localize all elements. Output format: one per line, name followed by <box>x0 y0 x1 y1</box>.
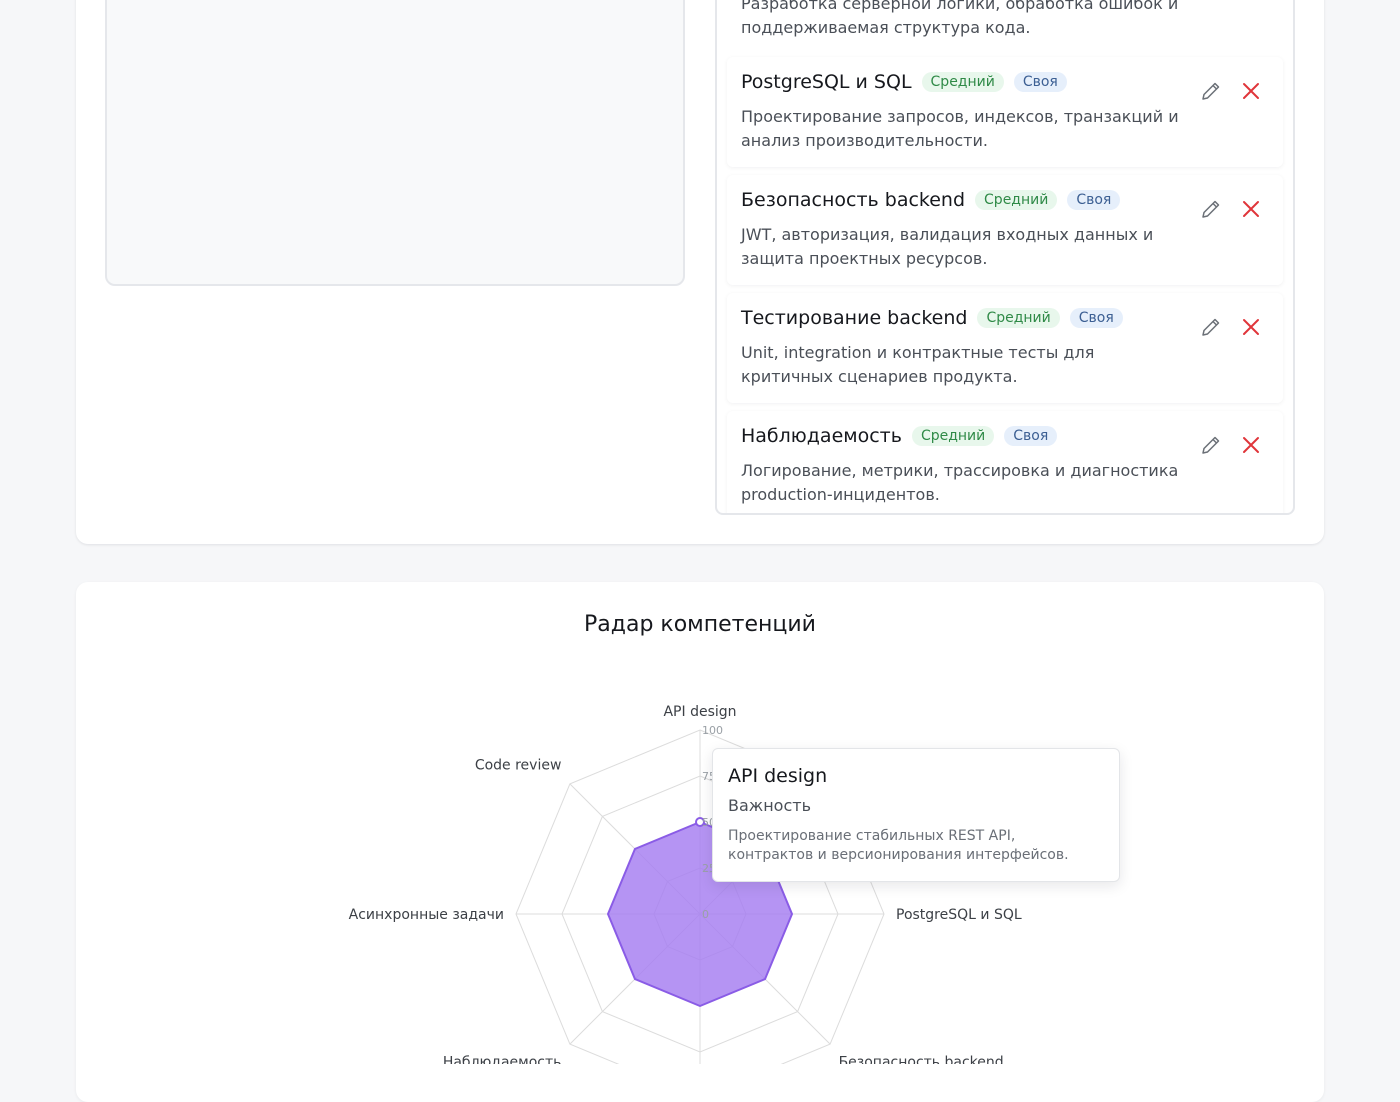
radar-axis-label: Наблюдаемость <box>443 1055 562 1064</box>
tooltip-description: Проектирование стабильных REST API, конт… <box>728 828 1069 863</box>
radar-tick-label: 0 <box>702 908 709 921</box>
radar-axis-label: API design <box>663 704 736 720</box>
radar-axis-label: Асинхронные задачи <box>349 907 504 923</box>
radar-axis-label: Code review <box>475 757 562 773</box>
chart-tooltip: API design Важность Проектирование стаби… <box>712 748 1120 882</box>
radar-axis-label: Безопасность backend <box>839 1055 1004 1064</box>
radar-chart: 0255075100API designPostgreSQL и SQLБезо… <box>349 704 1022 1064</box>
radar-axis-label: PostgreSQL и SQL <box>896 907 1022 923</box>
radar-tick-label: 100 <box>702 724 723 737</box>
tooltip-series: Важность <box>728 796 811 815</box>
tooltip-title: API design <box>728 765 828 787</box>
